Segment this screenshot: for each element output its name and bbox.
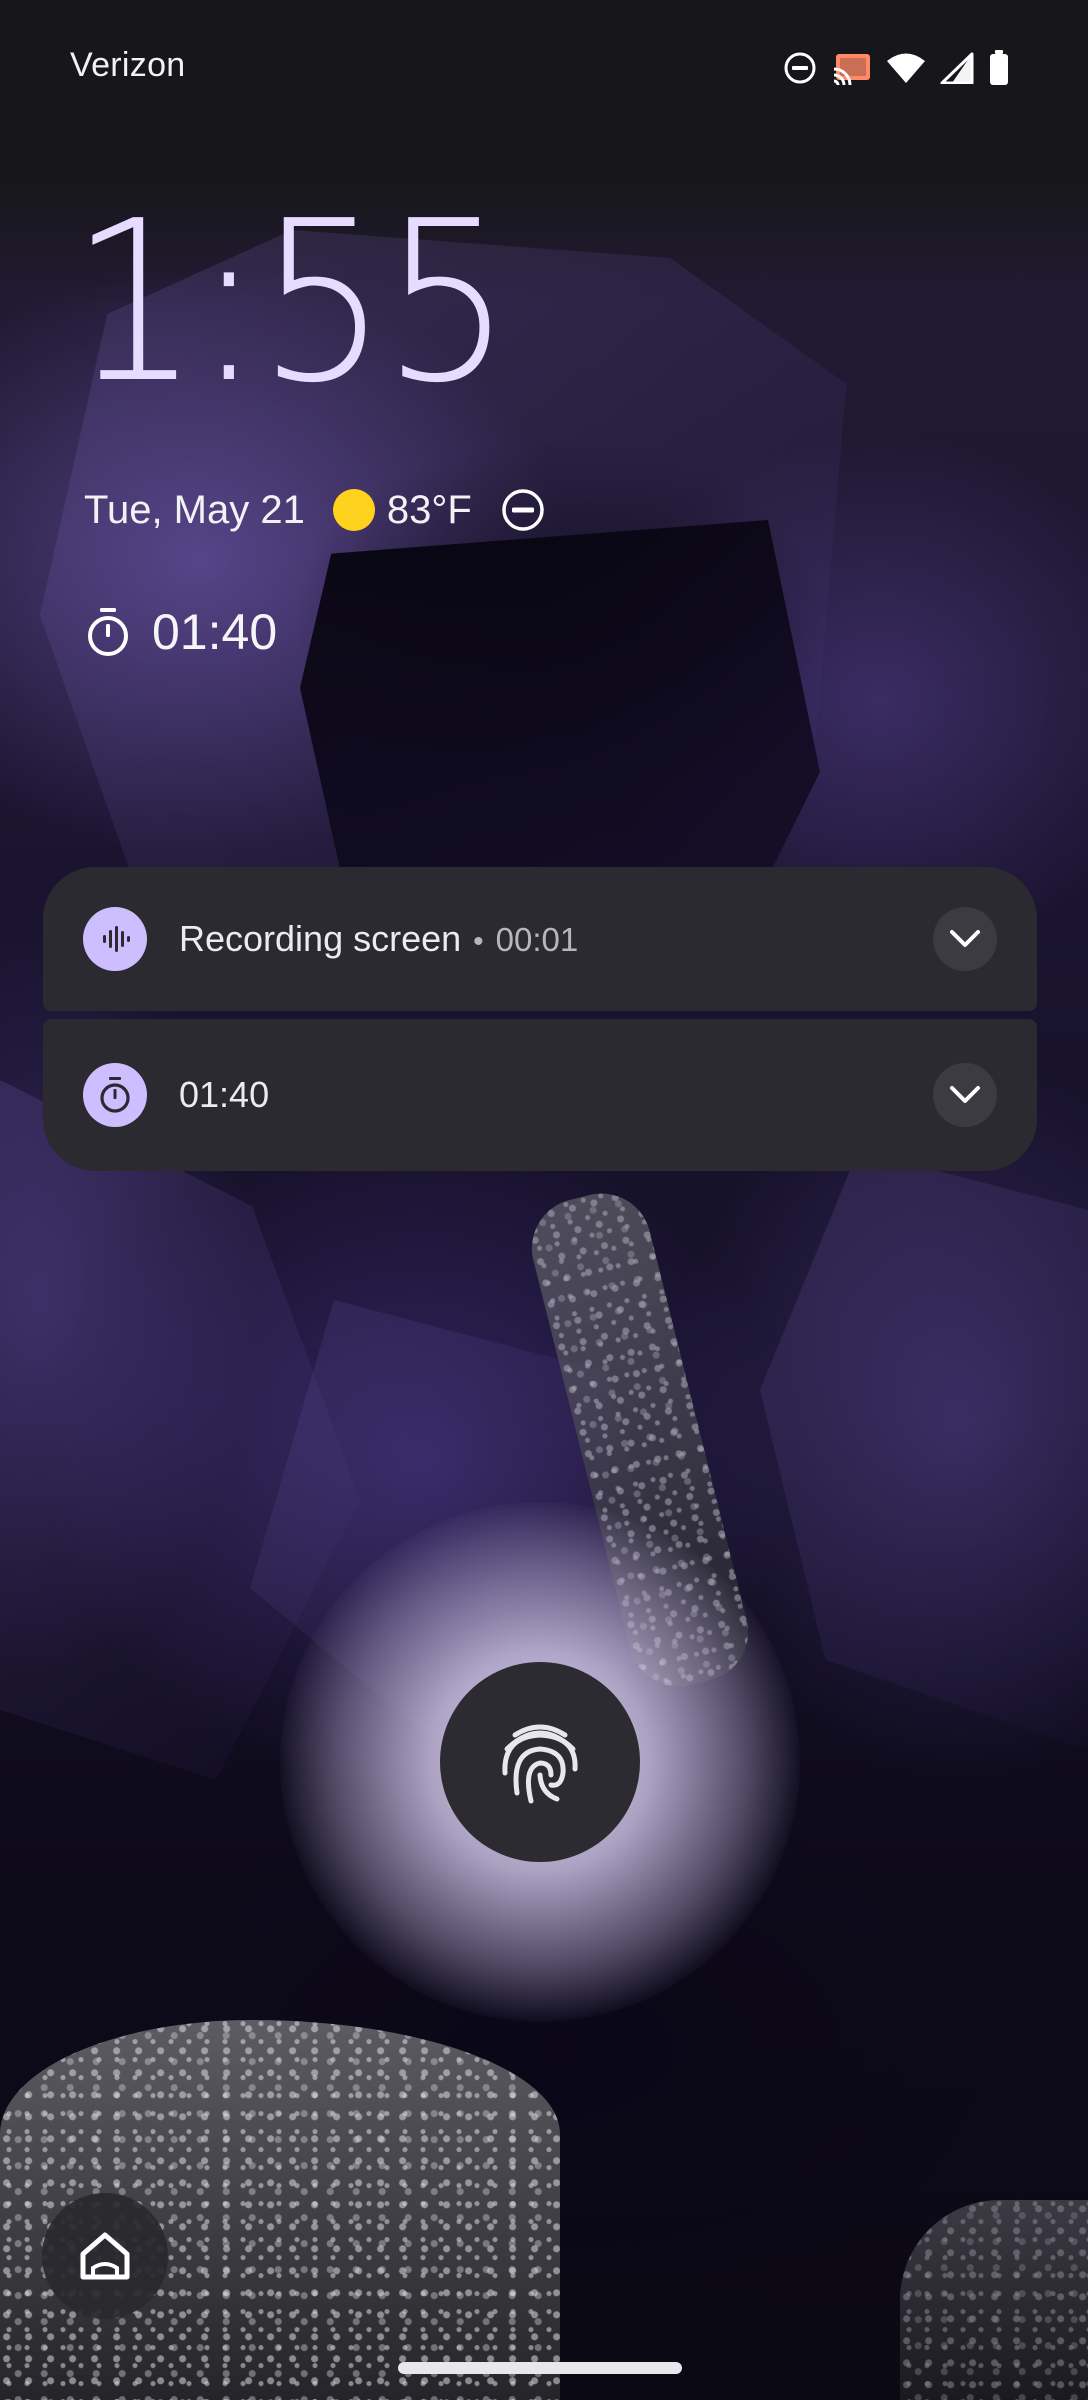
date-text: Tue, May 21 [84,487,305,532]
wifi-icon [887,53,925,83]
notification-elapsed: 00:01 [495,921,579,958]
chevron-down-icon [950,930,980,947]
notification-recording-screen[interactable]: Recording screen • 00:01 [43,867,1037,1011]
screen-record-icon [83,907,147,971]
notification-timer[interactable]: 01:40 [43,1019,1037,1171]
timer-value: 01:40 [152,604,278,660]
status-icons [782,48,1010,88]
carrier-name: Verizon [70,46,186,84]
cell-signal-icon [940,52,974,84]
date-weather-row[interactable]: Tue, May 21 83°F [84,480,546,540]
timer-icon [88,608,128,656]
expand-notification-button[interactable] [933,1063,997,1127]
cast-icon [833,54,870,85]
temperature-text: 83°F [386,487,472,532]
notification-title: Recording screen • 00:01 [179,918,578,960]
wallpaper-rock [900,2200,1088,2400]
sun-icon [332,489,375,531]
notification-separator: • [473,925,484,958]
wallpaper-crystal [760,1150,1088,1750]
do-not-disturb-icon [502,489,544,531]
notification-title-text: Recording screen [179,918,462,959]
expand-notification-button[interactable] [933,907,997,971]
do-not-disturb-icon [784,52,816,84]
status-bar[interactable]: Verizon [0,0,1088,132]
lockscreen-timer[interactable]: 01:40 [84,600,277,664]
gesture-navigation-bar[interactable] [398,2362,682,2374]
lockscreen-clock: 1:55 [70,174,512,432]
chevron-down-icon [950,1086,980,1103]
battery-icon [990,50,1008,85]
home-shortcut-button[interactable] [42,2193,168,2319]
timer-icon [83,1063,147,1127]
notification-title: 01:40 [179,1074,269,1116]
fingerprint-icon [502,1724,578,1804]
fingerprint-sensor[interactable] [440,1662,640,1862]
notification-title-text: 01:40 [179,1074,270,1115]
home-icon [80,2232,130,2280]
